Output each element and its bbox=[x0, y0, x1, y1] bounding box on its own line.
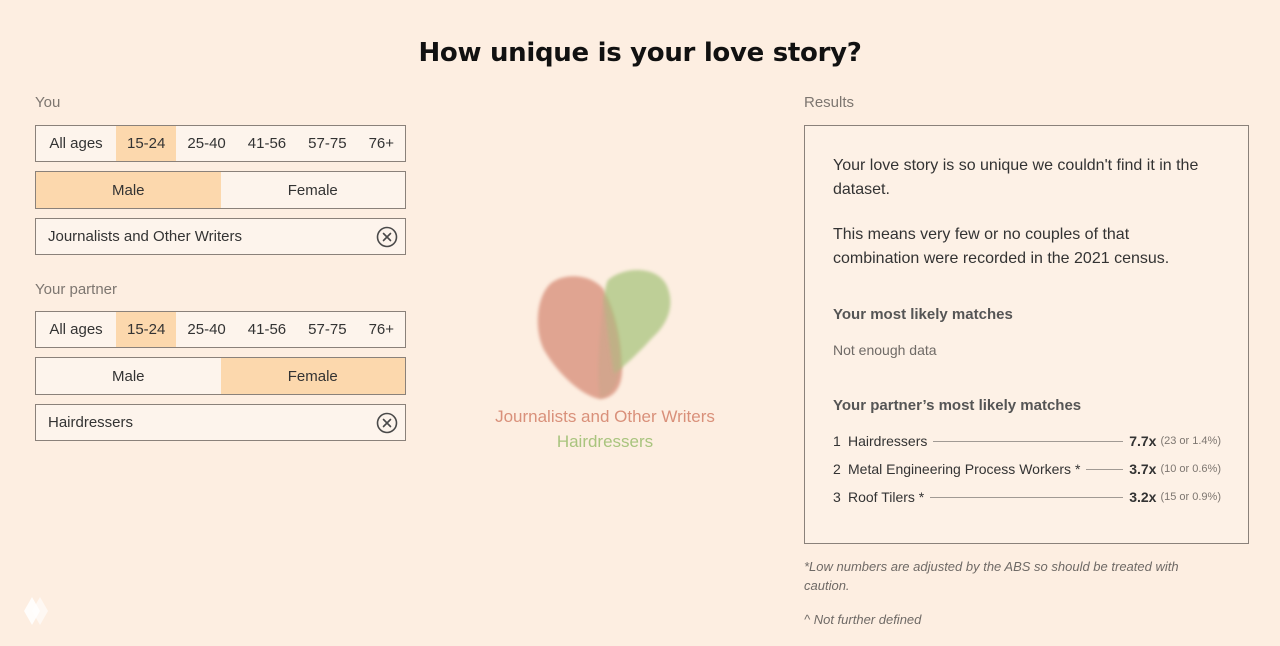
you-age-all[interactable]: All ages bbox=[36, 126, 116, 161]
match-name: Roof Tilers * bbox=[848, 489, 925, 505]
results-panel: Your love story is so unique we couldn't… bbox=[804, 125, 1249, 544]
you-gender-female[interactable]: Female bbox=[221, 172, 406, 208]
you-gender-male[interactable]: Male bbox=[36, 172, 221, 208]
you-occupation-value: Journalists and Other Writers bbox=[48, 228, 242, 245]
match-detail: (10 or 0.6%) bbox=[1160, 463, 1221, 475]
match-rank: 2 bbox=[833, 461, 841, 477]
results-paragraph-unique: Your love story is so unique we couldn't… bbox=[833, 157, 1199, 198]
footnote-asterisk: *Low numbers are adjusted by the ABS so … bbox=[804, 559, 1179, 593]
you-gender-selector: Male Female bbox=[35, 171, 406, 209]
clear-icon[interactable] bbox=[376, 412, 398, 434]
match-detail: (23 or 1.4%) bbox=[1160, 435, 1221, 447]
match-name: Hairdressers bbox=[848, 433, 928, 449]
you-section-label: You bbox=[35, 94, 61, 111]
match-leader-line bbox=[1086, 468, 1124, 470]
your-matches-note: Not enough data bbox=[833, 342, 937, 358]
visual-you-occupation: Journalists and Other Writers bbox=[495, 407, 715, 426]
watercolor-heart-icon bbox=[537, 269, 671, 399]
partner-match-row: 3 Roof Tilers * 3.2x (15 or 0.9%) bbox=[833, 487, 1221, 507]
partner-age-15-24[interactable]: 15-24 bbox=[116, 312, 177, 347]
partner-age-76-plus[interactable]: 76+ bbox=[358, 312, 405, 347]
partner-age-25-40[interactable]: 25-40 bbox=[176, 312, 236, 347]
partner-age-selector: All ages 15-24 25-40 41-56 57-75 76+ bbox=[35, 311, 406, 348]
partner-occupation-field[interactable]: Hairdressers bbox=[35, 404, 406, 441]
results-paragraph-explanation: This means very few or no couples of tha… bbox=[833, 226, 1170, 267]
you-age-41-56[interactable]: 41-56 bbox=[237, 126, 297, 161]
match-leader-line bbox=[933, 440, 1124, 442]
you-age-25-40[interactable]: 25-40 bbox=[176, 126, 236, 161]
you-age-76-plus[interactable]: 76+ bbox=[358, 126, 405, 161]
match-leader-line bbox=[930, 496, 1124, 498]
partner-occupation-value: Hairdressers bbox=[48, 414, 134, 431]
match-rank: 1 bbox=[833, 433, 841, 449]
partner-gender-male[interactable]: Male bbox=[36, 358, 221, 394]
partner-gender-selector: Male Female bbox=[35, 357, 406, 395]
page-title: How unique is your love story? bbox=[418, 38, 862, 68]
you-age-selector: All ages 15-24 25-40 41-56 57-75 76+ bbox=[35, 125, 406, 162]
you-age-57-75[interactable]: 57-75 bbox=[297, 126, 357, 161]
logo-icon bbox=[24, 597, 48, 625]
partner-age-57-75[interactable]: 57-75 bbox=[297, 312, 357, 347]
partner-match-row: 1 Hairdressers 7.7x (23 or 1.4%) bbox=[833, 431, 1221, 451]
match-multiplier: 3.2x bbox=[1129, 489, 1157, 505]
match-detail: (15 or 0.9%) bbox=[1160, 491, 1221, 503]
footnote-caret: ^ Not further defined bbox=[804, 612, 922, 627]
match-rank: 3 bbox=[833, 489, 841, 505]
visual-partner-occupation: Hairdressers bbox=[556, 432, 654, 451]
you-occupation-field[interactable]: Journalists and Other Writers bbox=[35, 218, 406, 255]
partner-gender-female[interactable]: Female bbox=[220, 358, 405, 394]
your-matches-heading: Your most likely matches bbox=[833, 306, 1013, 323]
clear-icon[interactable] bbox=[376, 226, 398, 248]
you-age-15-24[interactable]: 15-24 bbox=[116, 126, 177, 161]
partner-matches-heading: Your partner’s most likely matches bbox=[833, 397, 1082, 414]
match-name: Metal Engineering Process Workers * bbox=[848, 461, 1081, 477]
results-section-label: Results bbox=[804, 94, 855, 111]
partner-section-label: Your partner bbox=[35, 281, 118, 298]
partner-age-41-56[interactable]: 41-56 bbox=[237, 312, 297, 347]
partner-match-row: 2 Metal Engineering Process Workers * 3.… bbox=[833, 459, 1221, 479]
match-multiplier: 7.7x bbox=[1129, 433, 1157, 449]
match-multiplier: 3.7x bbox=[1129, 461, 1157, 477]
partner-age-all[interactable]: All ages bbox=[36, 312, 116, 347]
